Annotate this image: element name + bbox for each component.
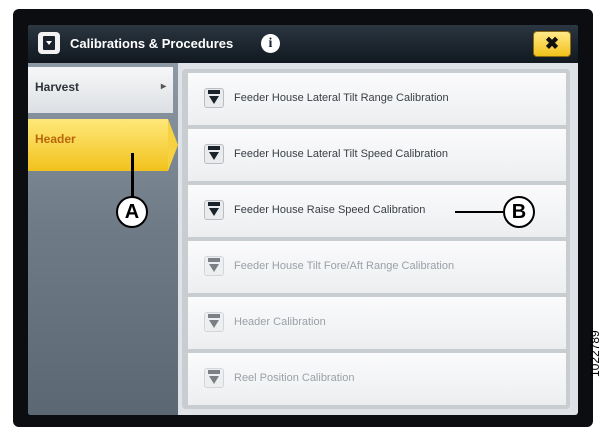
calibrations-window: Calibrations & Procedures i ✖ Harvest ▸ … (28, 25, 578, 415)
figure-number: 1022789 (588, 330, 602, 377)
cal-arrow-icon (204, 256, 224, 276)
window-title: Calibrations & Procedures (70, 36, 234, 51)
procedure-label: Feeder House Lateral Tilt Range Calibrat… (234, 92, 449, 104)
selection-pointer (168, 119, 178, 171)
sidebar-item-label: Harvest (35, 80, 80, 94)
callout-a-leader (131, 153, 134, 197)
procedure-list: Feeder House Lateral Tilt Range Calibrat… (182, 69, 570, 409)
cal-arrow-icon (204, 144, 224, 164)
sidebar-item-header[interactable]: Header (28, 119, 168, 171)
procedure-row-reel-position: Reel Position Calibration (188, 353, 566, 405)
calibration-clipboard-icon (38, 32, 60, 54)
chevron-right-icon: ▸ (160, 81, 166, 92)
cal-arrow-icon (204, 368, 224, 388)
cal-arrow-icon (204, 200, 224, 220)
procedure-label: Header Calibration (234, 316, 326, 328)
procedure-row-lateral-tilt-speed[interactable]: Feeder House Lateral Tilt Speed Calibrat… (188, 129, 566, 181)
procedure-row-lateral-tilt-range[interactable]: Feeder House Lateral Tilt Range Calibrat… (188, 73, 566, 125)
procedure-label: Feeder House Tilt Fore/Aft Range Calibra… (234, 260, 455, 272)
procedure-label: Feeder House Raise Speed Calibration (234, 204, 426, 216)
sidebar-item-label: Header (35, 132, 76, 146)
procedure-row-tilt-fore-aft-range: Feeder House Tilt Fore/Aft Range Calibra… (188, 241, 566, 293)
info-icon[interactable]: i (261, 34, 280, 53)
category-sidebar: Harvest ▸ Header (28, 63, 178, 415)
sidebar-item-harvest[interactable]: Harvest ▸ (28, 67, 173, 113)
callout-b: B (503, 196, 535, 228)
callout-a: A (116, 196, 148, 228)
close-button[interactable]: ✖ (533, 31, 571, 57)
procedure-row-header-calibration: Header Calibration (188, 297, 566, 349)
title-bar: Calibrations & Procedures i ✖ (28, 25, 578, 63)
cal-arrow-icon (204, 312, 224, 332)
callout-b-leader (455, 211, 503, 213)
procedure-label: Feeder House Lateral Tilt Speed Calibrat… (234, 148, 449, 160)
cal-arrow-icon (204, 88, 224, 108)
procedure-label: Reel Position Calibration (234, 372, 355, 384)
